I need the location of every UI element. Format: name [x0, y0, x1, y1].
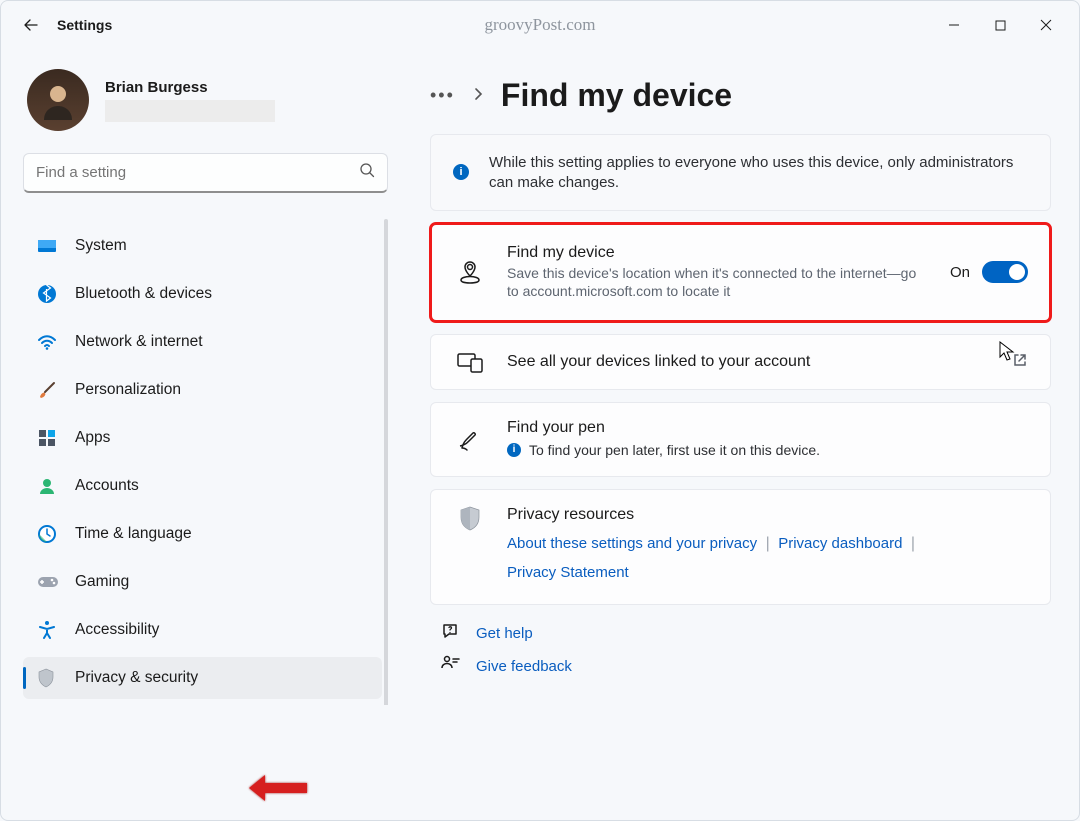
apps-icon — [37, 428, 65, 448]
get-help-row[interactable]: Get help — [440, 621, 1051, 646]
nav-label: Gaming — [75, 573, 129, 591]
close-icon — [1040, 19, 1052, 31]
nav-item-apps[interactable]: Apps — [23, 417, 382, 459]
window-controls — [931, 9, 1069, 41]
callout-arrow — [247, 773, 309, 803]
privacy-resources-card: Privacy resources About these settings a… — [430, 489, 1051, 605]
nav-item-bluetooth[interactable]: Bluetooth & devices — [23, 273, 382, 315]
user-email-redacted — [105, 100, 275, 122]
scrollbar[interactable] — [384, 219, 388, 705]
nav-item-accounts[interactable]: Accounts — [23, 465, 382, 507]
bluetooth-icon — [37, 284, 65, 304]
minimize-icon — [948, 19, 960, 31]
nav-item-gaming[interactable]: Gaming — [23, 561, 382, 603]
privacy-resources-title: Privacy resources — [507, 506, 1028, 524]
maximize-icon — [995, 20, 1006, 31]
nav-item-privacy-security[interactable]: Privacy & security — [23, 657, 382, 699]
nav-item-system[interactable]: System — [23, 225, 382, 267]
privacy-link-statement[interactable]: Privacy Statement — [507, 564, 629, 581]
nav-label: System — [75, 237, 127, 255]
linked-devices-card[interactable]: See all your devices linked to your acco… — [430, 334, 1051, 390]
gaming-icon — [37, 574, 65, 590]
close-button[interactable] — [1023, 9, 1069, 41]
nav-label: Time & language — [75, 525, 192, 543]
nav-label: Personalization — [75, 381, 181, 399]
shield-icon — [453, 506, 487, 532]
find-my-device-desc: Save this device's location when it's co… — [507, 264, 930, 302]
accounts-icon — [37, 476, 65, 496]
nav-label: Accounts — [75, 477, 139, 495]
time-icon — [37, 524, 65, 544]
find-my-device-toggle[interactable] — [982, 261, 1028, 283]
system-icon — [37, 236, 65, 256]
sidebar: Brian Burgess System Bluetooth & devices… — [1, 49, 396, 820]
help-icon — [440, 621, 460, 646]
nav-item-time-language[interactable]: Time & language — [23, 513, 382, 555]
search-icon — [359, 162, 375, 183]
find-pen-card[interactable]: Find your pen i To find your pen later, … — [430, 402, 1051, 477]
info-icon: i — [453, 164, 469, 180]
main-content: ••• Find my device i While this setting … — [396, 49, 1079, 820]
give-feedback-label: Give feedback — [476, 658, 572, 675]
user-profile[interactable]: Brian Burgess — [23, 69, 388, 131]
nav-list: System Bluetooth & devices Network & int… — [23, 219, 388, 705]
brush-icon — [37, 380, 65, 400]
back-button[interactable] — [11, 5, 51, 45]
back-arrow-icon — [23, 17, 39, 33]
breadcrumb-more-icon[interactable]: ••• — [430, 85, 455, 106]
find-my-device-card[interactable]: Find my device Save this device's locati… — [430, 223, 1051, 323]
page-title: Find my device — [501, 77, 732, 114]
nav-item-accessibility[interactable]: Accessibility — [23, 609, 382, 651]
nav-label: Apps — [75, 429, 110, 447]
wifi-icon — [37, 332, 65, 352]
title-bar: Settings groovyPost.com — [1, 1, 1079, 49]
search-input[interactable] — [36, 164, 359, 181]
user-name: Brian Burgess — [105, 79, 275, 96]
feedback-icon — [440, 654, 460, 679]
nav-label: Bluetooth & devices — [75, 285, 212, 303]
privacy-link-dashboard[interactable]: Privacy dashboard — [778, 535, 902, 552]
info-banner-text: While this setting applies to everyone w… — [489, 153, 1028, 194]
nav-item-network[interactable]: Network & internet — [23, 321, 382, 363]
devices-icon — [453, 351, 487, 373]
find-my-device-title: Find my device — [507, 244, 930, 262]
find-pen-desc: To find your pen later, first use it on … — [529, 441, 820, 460]
shield-icon — [37, 668, 65, 688]
app-title: Settings — [57, 17, 112, 33]
get-help-label: Get help — [476, 625, 533, 642]
accessibility-icon — [37, 620, 65, 640]
minimize-button[interactable] — [931, 9, 977, 41]
pen-icon — [453, 428, 487, 452]
info-icon: i — [507, 443, 521, 457]
breadcrumb: ••• Find my device — [430, 77, 1051, 114]
give-feedback-row[interactable]: Give feedback — [440, 654, 1051, 679]
search-box[interactable] — [23, 153, 388, 193]
external-link-icon — [1012, 352, 1028, 373]
privacy-link-about[interactable]: About these settings and your privacy — [507, 535, 757, 552]
info-banner: i While this setting applies to everyone… — [430, 134, 1051, 211]
nav-label: Accessibility — [75, 621, 159, 639]
nav-label: Network & internet — [75, 333, 203, 351]
maximize-button[interactable] — [977, 9, 1023, 41]
chevron-right-icon — [473, 87, 483, 104]
avatar — [27, 69, 89, 131]
linked-devices-title: See all your devices linked to your acco… — [507, 353, 992, 371]
find-pen-title: Find your pen — [507, 419, 1028, 437]
nav-label: Privacy & security — [75, 669, 198, 687]
nav-item-personalization[interactable]: Personalization — [23, 369, 382, 411]
avatar-placeholder-icon — [38, 80, 78, 120]
watermark-label: groovyPost.com — [485, 15, 596, 35]
location-pin-icon — [453, 259, 487, 285]
toggle-state-label: On — [950, 264, 970, 281]
